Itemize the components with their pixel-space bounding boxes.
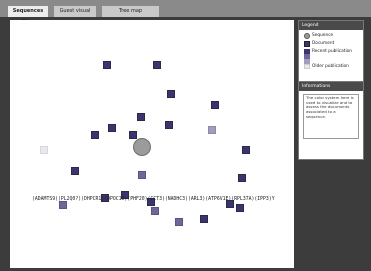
sequence-label: (ADAMTS9)(PL2Q0?)(DHPCR1)(DPOC15)(PHF20)… xyxy=(32,197,275,202)
sequence-icon xyxy=(304,33,310,39)
tab-sequences-filter[interactable]: Sequences filter xyxy=(8,6,48,25)
document-node[interactable] xyxy=(153,61,161,69)
legend-recent-label: Recent publication xyxy=(312,49,353,54)
document-node[interactable] xyxy=(108,124,116,132)
legend-sequence-row: Sequence xyxy=(299,32,363,40)
legend-document-label: Document xyxy=(312,41,335,46)
document-node[interactable] xyxy=(40,146,48,154)
legend-sequence-label: Sequence xyxy=(312,33,334,38)
legend-panel: Legend Sequence Document Recent publicat… xyxy=(298,20,364,82)
legend-color-ramp: Recent publication Older publication xyxy=(299,48,363,72)
tab-tree-map[interactable]: Tree map xyxy=(102,6,159,17)
info-text: The color system here is used to visuali… xyxy=(303,94,359,139)
document-node[interactable] xyxy=(238,174,246,182)
legend-older-label: Older publication xyxy=(312,64,349,69)
document-node[interactable] xyxy=(151,207,159,215)
sequence-node[interactable] xyxy=(133,138,151,156)
document-node[interactable] xyxy=(208,126,216,134)
document-node[interactable] xyxy=(59,201,67,209)
document-node[interactable] xyxy=(129,131,137,139)
document-node[interactable] xyxy=(175,218,183,226)
legend-title: Legend xyxy=(299,21,363,30)
document-node[interactable] xyxy=(211,101,219,109)
document-node[interactable] xyxy=(242,146,250,154)
document-icon xyxy=(304,41,310,47)
ramp-older xyxy=(304,64,310,69)
legend-document-row: Document xyxy=(299,40,363,48)
document-node[interactable] xyxy=(165,121,173,129)
document-node[interactable] xyxy=(71,167,79,175)
graph-canvas[interactable]: (ADAMTS9)(PL2Q0?)(DHPCR1)(DPOC15)(PHF20)… xyxy=(10,20,294,268)
top-tab-bar: Sequences filter Guest visual Tree map xyxy=(0,0,371,25)
tab-guest-visual[interactable]: Guest visual xyxy=(54,6,96,17)
document-node[interactable] xyxy=(167,90,175,98)
info-title: Informations xyxy=(299,82,363,91)
document-node[interactable] xyxy=(138,171,146,179)
document-node[interactable] xyxy=(137,113,145,121)
info-panel: Informations The color system here is us… xyxy=(298,81,364,160)
document-node[interactable] xyxy=(91,131,99,139)
document-node[interactable] xyxy=(200,215,208,223)
document-node[interactable] xyxy=(236,204,244,212)
document-node[interactable] xyxy=(103,61,111,69)
